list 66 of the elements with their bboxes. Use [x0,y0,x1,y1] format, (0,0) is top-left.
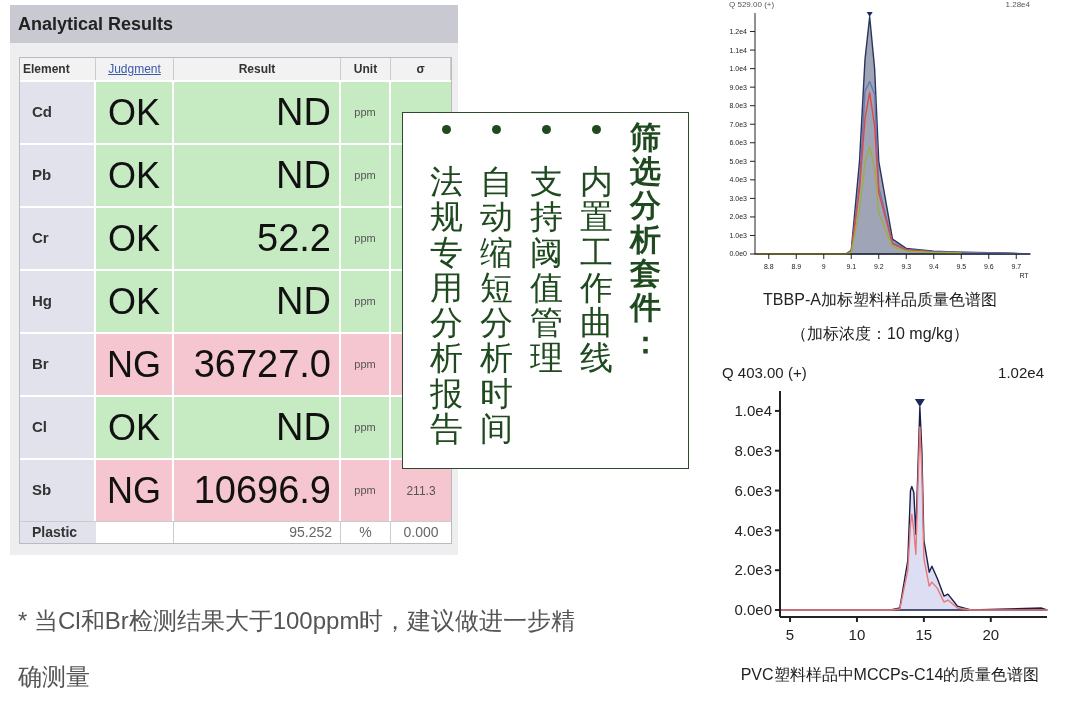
element-cell: Hg [20,271,96,332]
column-header[interactable]: Judgment [96,58,174,80]
chart-header: 1.02e4 [998,363,1044,383]
unit-cell: ppm [341,397,391,458]
bullet-icon [542,125,552,134]
judgment-cell: NG [96,460,174,521]
feature-item: 支持阈值管理 [530,164,564,376]
peak-marker-icon [914,398,925,407]
result-cell: ND [174,271,341,332]
y-tick-label: 4.0e3 [734,521,772,539]
result-cell: 36727.0 [174,334,341,395]
judgment-cell: OK [96,271,174,332]
feature-item: 法规专用分析报告 [430,164,464,447]
chart-caption: TBBP-A加标塑料样品质量色谱图 [762,290,998,310]
x-tick-label: 5 [785,625,795,643]
judgment-cell: OK [96,397,174,458]
judgment-cell: OK [96,82,174,143]
bullet-icon [592,125,602,134]
unit-cell: ppm [341,334,391,395]
unit-cell: ppm [341,208,391,269]
bullet-icon [442,125,452,134]
y-tick-label: 2.0e3 [734,560,772,578]
column-header: Unit [341,58,391,80]
bullet-icon [492,125,502,134]
column-header: σ [391,58,451,80]
element-cell: Plastic [20,522,96,543]
element-cell: Br [20,334,96,395]
chart-header: Q 529.00 (+) [729,0,775,10]
x-tick-label: 15 [915,625,933,643]
element-cell: Sb [20,460,96,521]
sigma-cell-text: 0.000 [402,523,440,542]
element-cell: Cd [20,82,96,143]
column-header: Result [174,58,341,80]
judgment-cell: OK [96,208,174,269]
panel-title: Analytical Results [18,12,174,36]
y-tick-label: 0.0e0 [734,600,772,618]
unit-cell: ppm [341,271,391,332]
y-tick-label: 6.0e3 [734,481,772,499]
y-tick-label: 1.0e4 [734,401,772,419]
unit-cell: % [341,522,391,543]
feature-title: 筛选分析套件： [630,121,663,360]
element-cell: Cl [20,397,96,458]
result-cell: 52.2 [174,208,341,269]
x-tick-label: 20 [982,625,1000,643]
chart-header: 1.28e4 [1005,0,1030,10]
element-cell: Pb [20,145,96,206]
unit-cell: ppm [341,82,391,143]
chart-header: Q 403.00 (+) [722,363,807,383]
result-cell: 95.252 [174,522,341,543]
column-header: Element [20,58,96,80]
chart-caption: PVC塑料样品中MCCPs-C14的质量色谱图 [739,664,1041,685]
feature-item: 内置工作曲线 [580,164,614,376]
element-cell: Cr [20,208,96,269]
unit-cell: ppm [341,145,391,206]
result-cell: ND [174,397,341,458]
result-cell: ND [174,82,341,143]
unit-cell: ppm [341,460,391,521]
chart-caption: （加标浓度：10 mg/kg） [790,324,970,344]
judgment-cell: NG [96,334,174,395]
judgment-cell: OK [96,145,174,206]
result-cell: ND [174,145,341,206]
x-tick-label: 10 [848,625,866,643]
feature-item: 自动缩短分析时间 [480,164,514,447]
y-tick-label: 8.0e3 [734,441,772,459]
footnote: * 当Cl和Br检测结果大于100ppm时，建议做进一步精确测量 [18,606,577,692]
result-cell: 10696.9 [174,460,341,521]
